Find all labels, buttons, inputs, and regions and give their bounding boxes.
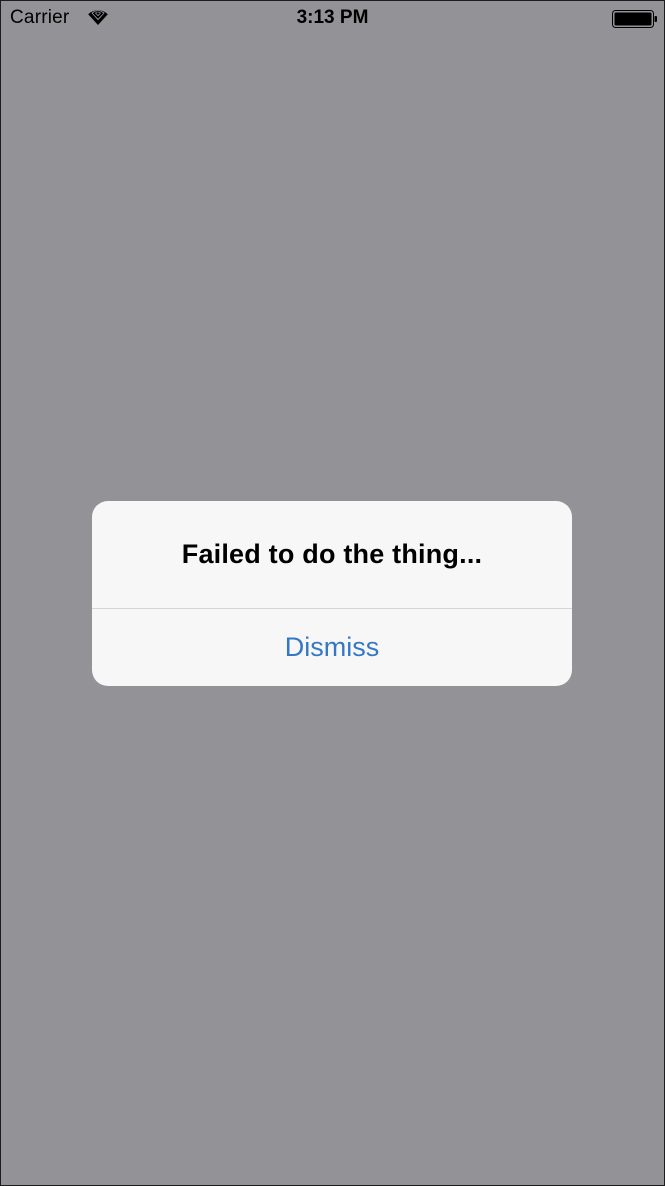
battery-icon (612, 10, 658, 28)
dismiss-button[interactable]: Dismiss (92, 609, 572, 686)
alert-dialog: Failed to do the thing... Dismiss (92, 501, 572, 686)
status-bar: Carrier 3:13 PM (0, 0, 665, 38)
alert-title: Failed to do the thing... (181, 539, 483, 569)
status-time: 3:13 PM (296, 7, 369, 28)
